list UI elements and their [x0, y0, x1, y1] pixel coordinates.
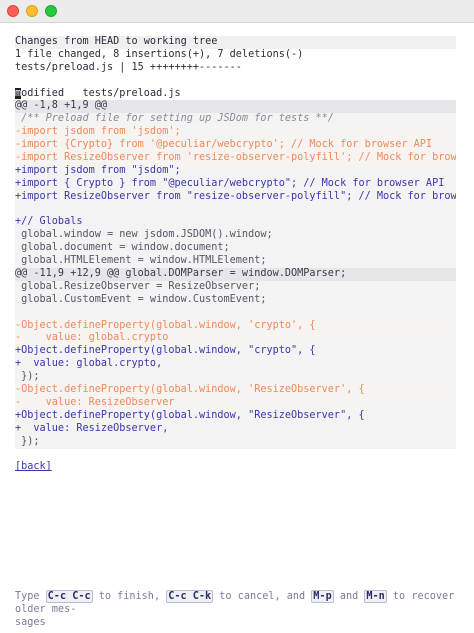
hunk-header[interactable]: @@ -11,9 +12,9 @@ global.DOMParser = win… — [15, 268, 456, 281]
minimize-window-button[interactable] — [26, 5, 38, 17]
blank-line[interactable] — [15, 306, 456, 320]
removed-line[interactable]: -import jsdom from 'jsdom'; — [15, 126, 456, 140]
ctx-line[interactable]: global.CustomEvent = window.CustomEvent; — [15, 293, 456, 307]
maximize-window-button[interactable] — [45, 5, 57, 17]
ctx-line[interactable]: }); — [15, 435, 456, 449]
ctx-line[interactable]: global.ResizeObserver = ResizeObserver; — [15, 280, 456, 294]
ctx-line[interactable]: global.window = new jsdom.JSDOM().window… — [15, 229, 456, 243]
ctx-line[interactable]: }); — [15, 371, 456, 385]
status-title: Changes from HEAD to working tree — [15, 36, 456, 49]
finish-key[interactable]: C-c C-c — [45, 590, 93, 603]
close-window-button[interactable] — [7, 5, 19, 17]
added-line[interactable]: +import ResizeObserver from "resize-obse… — [15, 190, 456, 204]
editor-window: Changes from HEAD to working tree 1 file… — [0, 0, 474, 633]
added-line[interactable]: + value: global.crypto, — [15, 358, 456, 372]
added-line[interactable]: +// Globals — [15, 216, 456, 230]
diff-buffer[interactable]: Changes from HEAD to working tree 1 file… — [15, 36, 456, 474]
diff-hunks: @@ -1,8 +1,9 @@ /** Preload file for set… — [15, 100, 456, 449]
file-header[interactable]: modified tests/preload.js — [15, 87, 456, 101]
back-link[interactable]: [back] — [15, 461, 52, 472]
ctx-comment-line[interactable]: /** Preload file for setting up JSDom fo… — [15, 113, 456, 127]
minibuffer-message: Type C-c C-c to finish, C-c C-k to cance… — [15, 590, 455, 628]
blank-line[interactable] — [15, 203, 456, 217]
next-message-key[interactable]: M-n — [364, 590, 387, 603]
previous-message-key[interactable]: M-p — [311, 590, 334, 603]
title-bar — [0, 0, 474, 23]
comment-text: /** Preload file for setting up JSDom fo… — [15, 113, 334, 125]
removed-line[interactable]: -Object.defineProperty(global.window, 'c… — [15, 319, 456, 333]
added-line[interactable]: +Object.defineProperty(global.window, "c… — [15, 345, 456, 359]
added-line[interactable]: +import { Crypto } from "@peculiar/webcr… — [15, 177, 456, 191]
added-line[interactable]: + value: ResizeObserver, — [15, 422, 456, 436]
ctx-line[interactable]: global.HTMLElement = window.HTMLElement; — [15, 255, 456, 269]
status-stat: tests/preload.js | 15 ++++++++------- — [15, 61, 242, 73]
removed-line[interactable]: - value: global.crypto — [15, 332, 456, 346]
ctx-line[interactable]: global.document = window.document; — [15, 242, 456, 256]
hunk-header[interactable]: @@ -1,8 +1,9 @@ — [15, 100, 456, 114]
added-line[interactable]: +import jsdom from "jsdom"; — [15, 164, 456, 178]
added-line[interactable]: +Object.defineProperty(global.window, "R… — [15, 409, 456, 423]
removed-line[interactable]: -Object.defineProperty(global.window, 'R… — [15, 384, 456, 397]
removed-line[interactable]: -import ResizeObserver from 'resize-obse… — [15, 152, 456, 165]
status-summary: 1 file changed, 8 insertions(+), 7 delet… — [15, 48, 304, 60]
cancel-key[interactable]: C-c C-k — [166, 590, 214, 603]
removed-line[interactable]: -import {Crypto} from '@peculiar/webcryp… — [15, 139, 456, 153]
removed-line[interactable]: - value: ResizeObserver — [15, 396, 456, 410]
file-header-label: odified tests/preload.js — [21, 87, 181, 99]
